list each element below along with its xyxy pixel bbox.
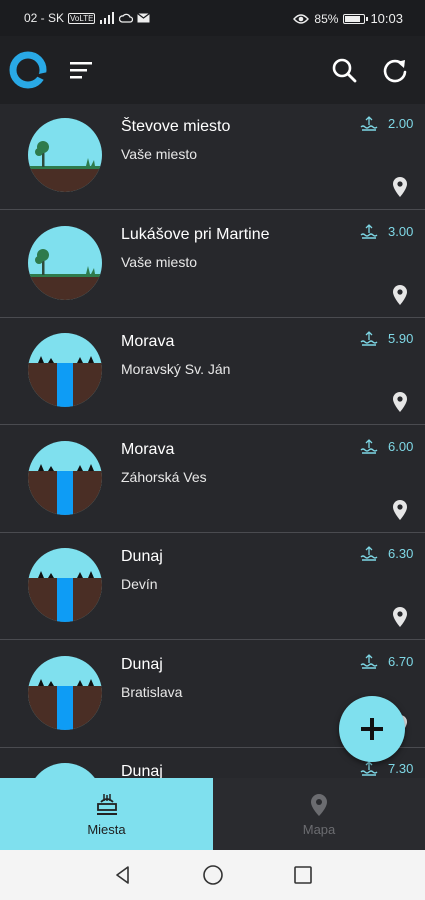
place-avatar	[28, 548, 102, 622]
system-navigation-bar	[0, 850, 425, 900]
location-pin-icon[interactable]	[391, 284, 409, 306]
add-place-button[interactable]	[339, 696, 405, 762]
place-subtitle: Vaše miesto	[121, 253, 197, 270]
water-level-icon	[360, 438, 378, 454]
place-subtitle: Bratislava	[121, 683, 183, 700]
place-list-item[interactable]: Morava Záhorská Ves 6.00	[0, 427, 425, 533]
location-pin-icon[interactable]	[391, 499, 409, 521]
places-list[interactable]: Števove miesto Vaše miesto 2.00 Lukášove pr…	[0, 104, 425, 778]
water-level-value: 2.00	[388, 116, 414, 131]
water-level-value: 6.30	[388, 546, 414, 561]
location-pin-icon[interactable]	[391, 391, 409, 413]
place-title: Dunaj	[121, 655, 163, 673]
location-pin-icon[interactable]	[391, 176, 409, 198]
place-title: Morava	[121, 440, 175, 458]
place-title: Dunaj	[121, 763, 163, 778]
place-title: Morava	[121, 333, 175, 350]
place-avatar	[28, 440, 102, 515]
water-level-value: 6.70	[388, 653, 414, 669]
place-list-item[interactable]: Dunaj Devín 6.30	[0, 534, 425, 640]
place-title: Lukášove pri Martine	[121, 225, 270, 243]
app-toolbar	[0, 36, 425, 104]
place-subtitle: Devín	[121, 576, 158, 592]
place-list-item[interactable]: Morava Moravský Sv. Ján 5.90	[0, 319, 425, 425]
place-title: Dunaj	[121, 548, 163, 565]
map-pin-icon	[311, 794, 327, 816]
eye-comfort-icon	[293, 13, 310, 24]
place-list-item[interactable]: Števove miesto Vaše miesto 2.00	[0, 104, 425, 210]
status-right: 85% 10:03	[293, 11, 403, 26]
nav-label-mapa: Mapa	[302, 822, 336, 837]
status-left: 02 - SK VoLTE	[24, 11, 151, 25]
volte-badge: VoLTE	[68, 12, 96, 24]
carrier-label: 02 - SK	[24, 11, 65, 25]
places-icon	[96, 794, 117, 815]
river-cross-section-icon	[28, 548, 102, 622]
place-subtitle: Moravský Sv. Ján	[121, 361, 231, 377]
battery-fill	[345, 15, 360, 22]
place-subtitle: Vaše miesto	[121, 146, 197, 162]
status-bar: 02 - SK VoLTE 85% 10:03	[0, 0, 425, 36]
tree-landscape-icon	[28, 118, 102, 192]
water-level-icon	[360, 223, 378, 239]
refresh-icon[interactable]	[381, 56, 409, 84]
water-level-icon	[360, 653, 378, 669]
water-level-value: 5.90	[388, 331, 414, 346]
menu-icon[interactable]	[68, 58, 94, 82]
app-logo-icon[interactable]	[8, 50, 48, 90]
battery-percent: 85%	[314, 11, 339, 26]
place-avatar	[28, 333, 102, 407]
home-icon[interactable]	[201, 863, 225, 887]
place-avatar	[28, 763, 102, 778]
place-avatar	[28, 655, 102, 730]
water-level-icon	[360, 331, 378, 346]
location-pin-icon[interactable]	[391, 606, 409, 628]
plus-icon	[361, 718, 383, 740]
back-icon[interactable]	[112, 864, 134, 886]
clock: 10:03	[370, 11, 403, 26]
tree-landscape-icon	[28, 225, 102, 300]
place-avatar	[28, 225, 102, 300]
place-avatar	[28, 118, 102, 192]
nav-label-miesta: Miesta	[87, 822, 126, 837]
cloud-icon	[119, 13, 134, 23]
water-level-icon	[360, 761, 378, 776]
water-level-icon	[360, 546, 378, 561]
river-cross-section-icon	[28, 655, 102, 730]
place-title: Števove miesto	[121, 118, 231, 135]
signal-icon	[100, 12, 115, 24]
water-level-icon	[360, 116, 378, 131]
search-icon[interactable]	[330, 56, 358, 84]
river-cross-section-icon	[28, 763, 102, 778]
river-cross-section-icon	[28, 440, 102, 515]
nav-tab-miesta[interactable]: Miesta	[0, 778, 213, 850]
bottom-navigation: Miesta Mapa	[0, 778, 425, 850]
place-subtitle: Záhorská Ves	[121, 468, 207, 485]
recent-apps-icon[interactable]	[292, 864, 314, 886]
river-cross-section-icon	[28, 333, 102, 407]
water-level-value: 3.00	[388, 223, 414, 239]
nav-tab-mapa[interactable]: Mapa	[213, 778, 425, 850]
water-level-value: 7.30	[388, 761, 414, 776]
battery-icon	[343, 13, 369, 24]
place-list-item[interactable]: Lukášove pri Martine Vaše miesto 3.00	[0, 212, 425, 318]
mail-icon	[137, 13, 151, 23]
water-level-value: 6.00	[388, 438, 414, 454]
